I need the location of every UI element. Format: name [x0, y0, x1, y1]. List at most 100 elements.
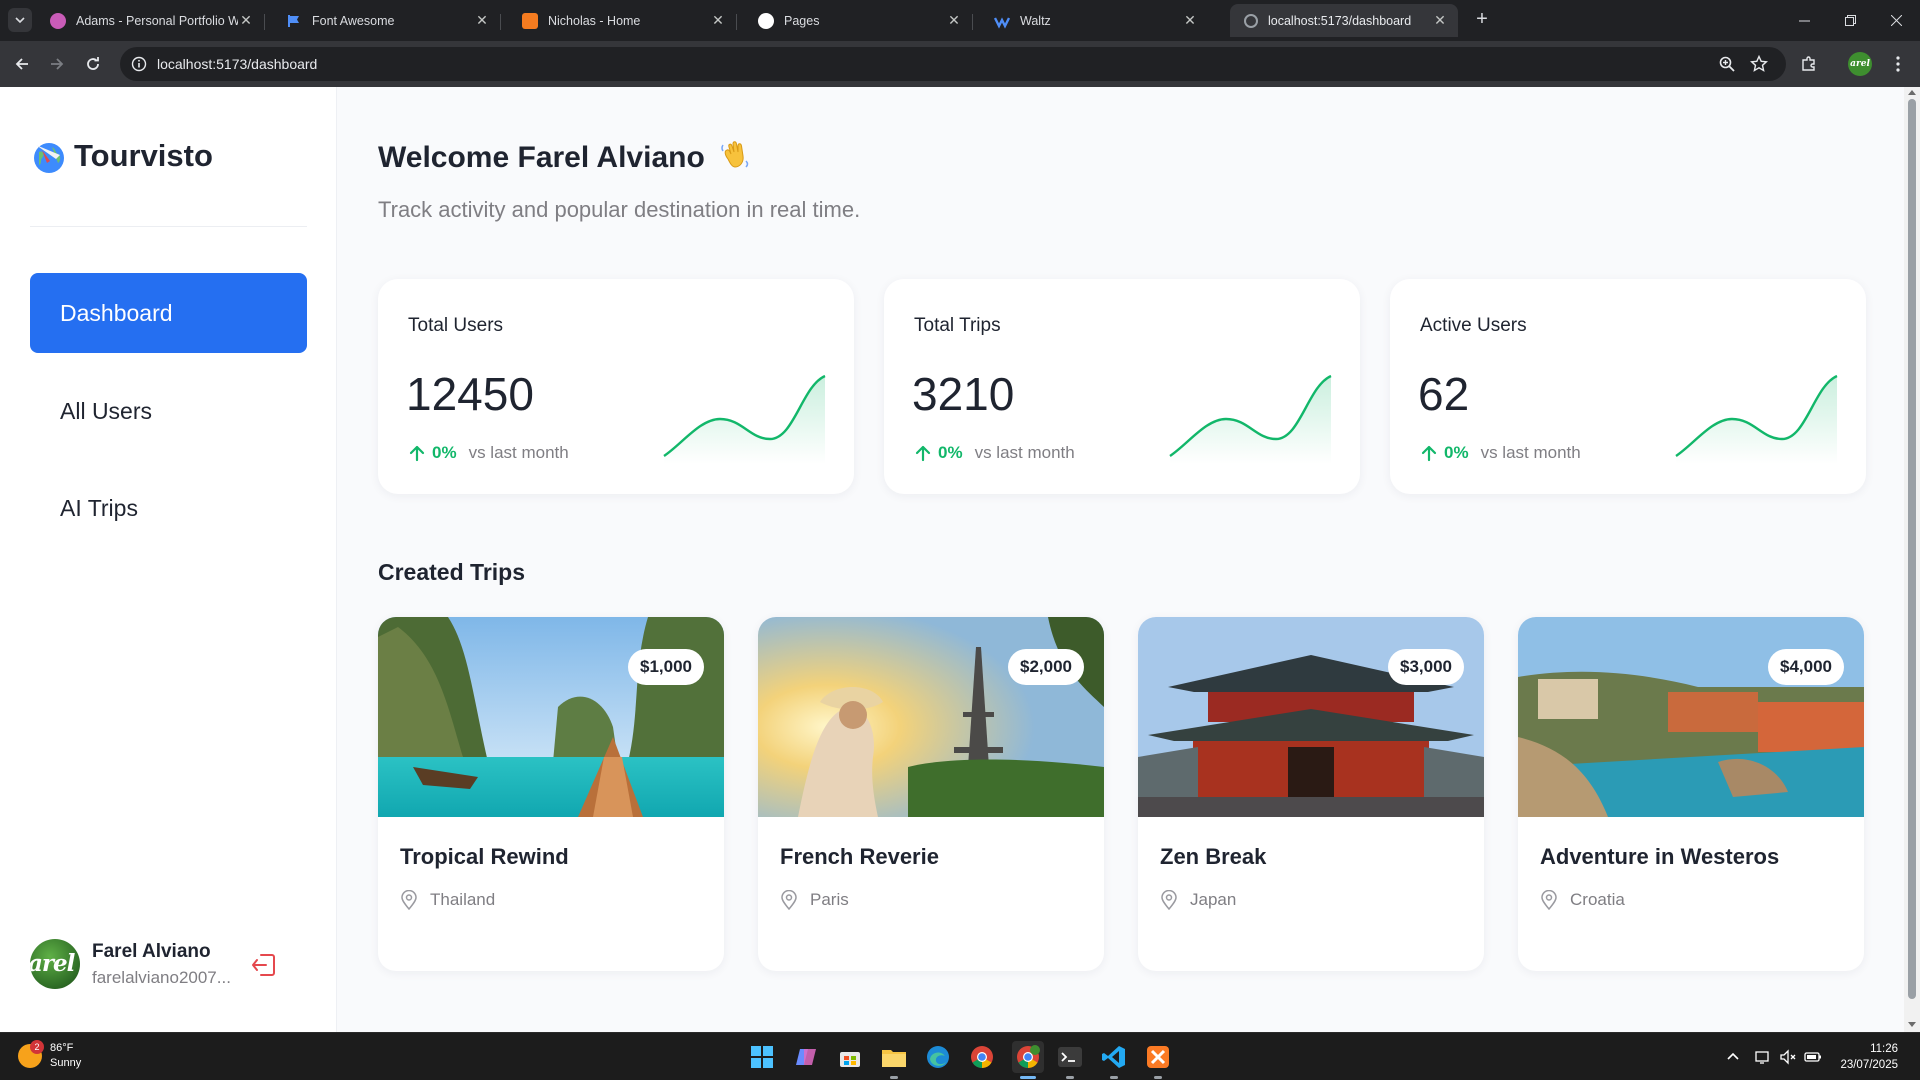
trip-card[interactable]: $1,000 Tropical Rewind Thailand	[378, 617, 724, 971]
sidebar-item-dashboard[interactable]: Dashboard	[30, 273, 307, 353]
arrow-up-icon	[1421, 445, 1437, 462]
map-pin-icon	[1161, 890, 1177, 910]
forward-button[interactable]	[44, 51, 70, 77]
scroll-up-arrow-icon[interactable]	[1908, 90, 1916, 95]
stat-value: 3210	[912, 368, 1015, 420]
stat-compare: vs last month	[1480, 443, 1581, 462]
url-text: localhost:5173/dashboard	[157, 56, 318, 72]
chevron-up-icon[interactable]	[1724, 1048, 1742, 1066]
battery-icon[interactable]	[1804, 1048, 1822, 1066]
trend-sparkline	[663, 374, 826, 464]
reload-button[interactable]	[80, 51, 106, 77]
globe-plane-icon	[34, 143, 64, 173]
browser-tab-bar: Adams - Personal Portfolio Web ✕ Font Aw…	[0, 0, 1920, 41]
sidebar-item-ai-trips[interactable]: AI Trips	[30, 468, 307, 548]
stat-change: 0%	[1444, 443, 1469, 462]
terminal-button[interactable]	[1056, 1043, 1084, 1071]
flag-favicon-icon	[286, 13, 302, 29]
tab-search-button[interactable]	[8, 8, 32, 32]
page-scrollbar[interactable]	[1904, 87, 1920, 1032]
browser-tab[interactable]: Waltz ✕	[980, 4, 1208, 37]
trip-location-text: Thailand	[430, 890, 496, 909]
trip-location: Japan	[1160, 890, 1236, 910]
chrome-icon	[1017, 1045, 1040, 1068]
browser-menu-button[interactable]	[1886, 52, 1910, 76]
address-bar[interactable]: localhost:5173/dashboard	[120, 47, 1786, 81]
back-button[interactable]	[9, 51, 35, 77]
stat-label: Total Trips	[914, 315, 1001, 336]
stat-label: Active Users	[1420, 315, 1527, 336]
stat-value: 12450	[406, 368, 534, 420]
browser-tab[interactable]: Pages ✕	[744, 4, 972, 37]
trip-title: Adventure in Westeros	[1540, 844, 1780, 869]
tab-title: Waltz	[1020, 13, 1051, 28]
close-tab-icon[interactable]: ✕	[238, 12, 254, 29]
browser-tab[interactable]: Nicholas - Home ✕	[508, 4, 736, 37]
brand-logo[interactable]: Tourvisto	[30, 137, 213, 175]
trip-card[interactable]: $2,000 French Reverie Paris	[758, 617, 1104, 971]
close-tab-icon[interactable]: ✕	[474, 12, 490, 29]
tab-title: Pages	[784, 13, 820, 28]
trend-sparkline	[1675, 374, 1838, 464]
new-tab-button[interactable]: +	[1470, 8, 1494, 32]
close-tab-icon[interactable]: ✕	[1432, 12, 1448, 29]
bookmark-star-icon[interactable]	[1750, 55, 1768, 73]
chrome-button[interactable]	[968, 1043, 996, 1071]
arrow-up-icon	[409, 445, 425, 462]
user-name: Farel Alviano	[92, 941, 211, 962]
sidebar-item-all-users[interactable]: All Users	[30, 371, 307, 451]
vscode-button[interactable]	[1100, 1043, 1128, 1071]
weather-widget[interactable]: 2 86°F Sunny	[18, 1040, 81, 1071]
chrome-profile-button[interactable]	[1012, 1041, 1044, 1073]
sidebar: Tourvisto Dashboard All Users AI Trips a…	[0, 87, 337, 1032]
trip-location: Croatia	[1540, 890, 1625, 910]
scroll-down-arrow-icon[interactable]	[1908, 1022, 1916, 1027]
microsoft-store-button[interactable]	[836, 1043, 864, 1071]
profile-avatar-button[interactable]: arel	[1848, 52, 1872, 76]
sidebar-divider	[30, 226, 307, 227]
xampp-button[interactable]	[1144, 1043, 1172, 1071]
file-explorer-button[interactable]	[880, 1043, 908, 1071]
welcome-text: Welcome Farel Alviano	[378, 141, 705, 174]
trip-card[interactable]: $3,000 Zen Break Japan	[1138, 617, 1484, 971]
edge-button[interactable]	[924, 1043, 952, 1071]
browser-tab[interactable]: Font Awesome ✕	[272, 4, 500, 37]
stat-compare: vs last month	[974, 443, 1075, 462]
close-tab-icon[interactable]: ✕	[946, 12, 962, 29]
vscode-icon	[1102, 1046, 1125, 1068]
zoom-icon[interactable]	[1718, 55, 1736, 73]
restore-button[interactable]	[1828, 0, 1872, 41]
avatar[interactable]: arel	[30, 939, 80, 989]
copilot-button[interactable]	[792, 1043, 820, 1071]
arrow-left-icon	[15, 58, 28, 70]
close-window-button[interactable]	[1874, 0, 1918, 41]
user-email: farelalviano2007...	[92, 968, 231, 987]
logout-icon[interactable]	[250, 951, 278, 979]
close-tab-icon[interactable]: ✕	[710, 12, 726, 29]
browser-toolbar: localhost:5173/dashboard arel	[0, 41, 1920, 87]
map-pin-icon	[1541, 890, 1557, 910]
copilot-icon	[796, 1049, 816, 1065]
browser-tab[interactable]: Adams - Personal Portfolio Web ✕	[36, 4, 264, 37]
stat-change: 0%	[432, 443, 457, 462]
extensions-button[interactable]	[1797, 52, 1821, 76]
network-icon[interactable]	[1754, 1048, 1772, 1066]
trip-image-japan: $3,000	[1138, 617, 1484, 817]
scrollbar-thumb[interactable]	[1908, 99, 1916, 999]
start-button[interactable]	[748, 1043, 776, 1071]
system-clock[interactable]: 11:26 23/07/2025	[1840, 1041, 1898, 1073]
speaker-muted-icon[interactable]	[1779, 1048, 1797, 1066]
browser-tab-active[interactable]: localhost:5173/dashboard ✕	[1230, 4, 1458, 37]
close-tab-icon[interactable]: ✕	[1182, 12, 1198, 29]
map-pin-icon	[401, 890, 417, 910]
puzzle-icon	[1802, 56, 1815, 71]
trip-image-croatia: $4,000	[1518, 617, 1864, 817]
stat-card-total-trips: Total Trips 3210 0% vs last month	[884, 279, 1360, 494]
github-favicon-icon	[758, 12, 774, 29]
clock-time: 11:26	[1870, 1043, 1898, 1055]
trip-card[interactable]: $4,000 Adventure in Westeros Croatia	[1518, 617, 1864, 971]
minimize-button[interactable]	[1782, 0, 1826, 41]
sidebar-item-label: Dashboard	[60, 299, 173, 326]
clock-date: 23/07/2025	[1840, 1059, 1898, 1071]
site-info-icon[interactable]	[130, 55, 148, 73]
